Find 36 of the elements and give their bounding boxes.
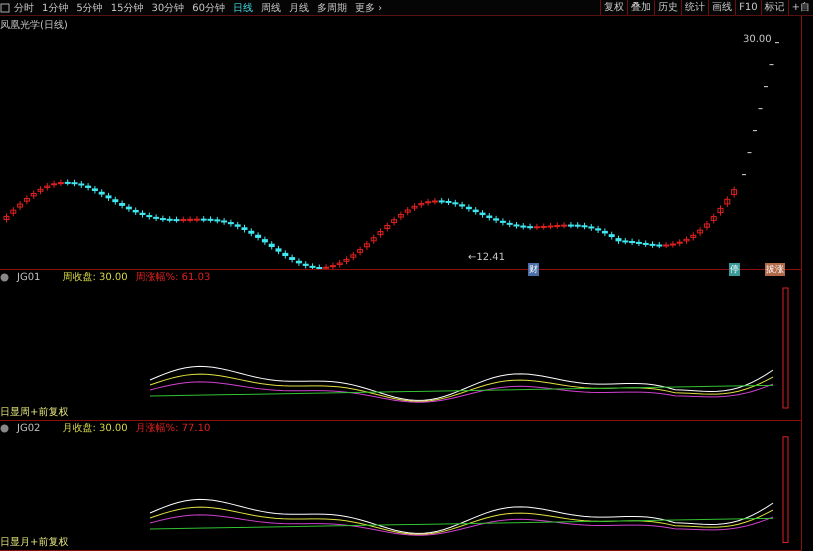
toolbar-button[interactable]: 标记 [760, 0, 788, 15]
legend-value: 周涨幅%: 61.03 [136, 270, 210, 284]
toolbar-button[interactable]: 复权 [600, 0, 628, 15]
period-tab[interactable]: 15分钟 [106, 0, 148, 14]
toolbar-button[interactable]: F10 [735, 0, 761, 15]
legend-value: 月收盘: 30.00 [62, 422, 128, 435]
period-tab[interactable]: 日线 [228, 0, 257, 14]
period-tab[interactable]: 30分钟 [147, 0, 188, 14]
toolbar-button[interactable]: +自 [788, 0, 813, 15]
legend-value: 周收盘: 30.00 [62, 271, 128, 284]
event-marker: 拔涨 [765, 263, 785, 276]
toolbar-button[interactable]: 叠加 [627, 0, 654, 15]
period-tab[interactable]: 更多 › [350, 0, 386, 14]
period-tab[interactable]: 多周期 [312, 0, 351, 14]
chart-title: 凤凰光学(日线) [0, 18, 68, 32]
panel-toggle-icon[interactable] [0, 2, 10, 12]
dropdown-icon[interactable] [0, 272, 9, 282]
legend-value: 月涨幅%: 77.10 [136, 422, 210, 435]
event-marker: 停 [729, 263, 740, 276]
period-tab[interactable]: 分时 [10, 0, 38, 14]
indicator-footer: 日显周+前复权 [0, 405, 68, 419]
period-tab[interactable]: 月线 [284, 0, 313, 14]
indicator-footer: 日显月+前复权 [0, 535, 68, 549]
dropdown-icon[interactable] [0, 424, 9, 432]
price-label: ←12.41 [468, 252, 506, 263]
period-tab[interactable]: 60分钟 [188, 0, 229, 14]
indicator-name: JG02 [17, 422, 40, 434]
indicator-name: JG01 [17, 272, 40, 282]
toolbar-button[interactable]: 历史 [654, 0, 682, 15]
price-label: 30.00 [743, 34, 772, 45]
event-marker: 财 [528, 263, 539, 276]
period-tab[interactable]: 1分钟 [38, 0, 72, 14]
period-tab[interactable]: 周线 [256, 0, 285, 14]
period-tab[interactable]: 5分钟 [72, 0, 107, 14]
toolbar-button[interactable]: 统计 [681, 0, 708, 15]
toolbar-button[interactable]: 画线 [708, 0, 736, 15]
